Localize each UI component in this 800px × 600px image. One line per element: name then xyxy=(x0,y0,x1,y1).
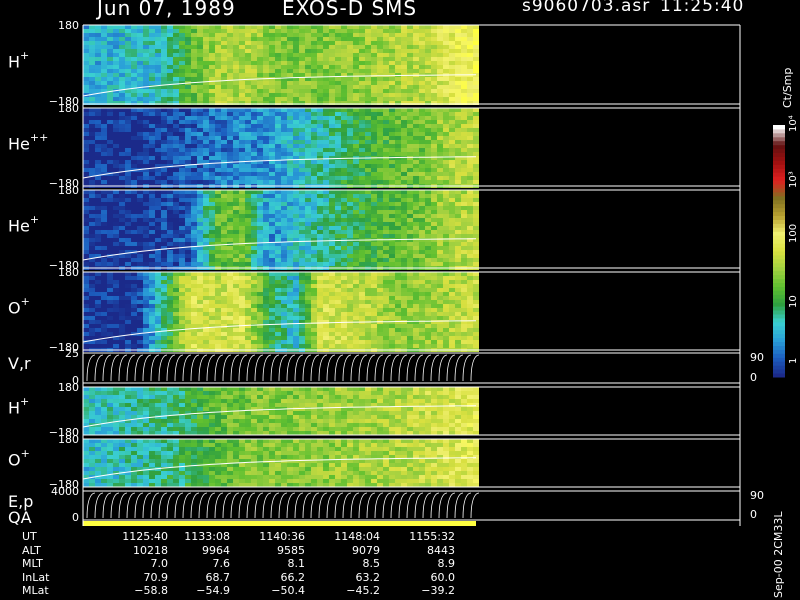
y-tick-top-h1: 180 xyxy=(58,19,79,32)
time-row-value: 68.7 xyxy=(205,570,231,584)
time-row-value: 9079 xyxy=(352,543,380,557)
time-row-value: 66.2 xyxy=(280,570,306,584)
time-row-label: UT xyxy=(22,530,37,543)
spectrogram-he- xyxy=(83,108,479,188)
time-row-value: −58.8 xyxy=(134,584,168,597)
qa-bar xyxy=(83,521,476,526)
time-row-value: 9585 xyxy=(277,543,305,557)
y-tick-top-ep: 4000 xyxy=(51,485,79,498)
time-row-value: −45.2 xyxy=(346,584,380,597)
time-row-value: 7.0 xyxy=(150,557,169,570)
time-row-value: 1125:40 xyxy=(122,530,168,543)
time-row-value: −39.2 xyxy=(421,584,455,597)
time-row-value: 1140:36 xyxy=(259,530,305,543)
y-tick-top-h1b: 180 xyxy=(58,381,79,394)
time-row-value: 8.1 xyxy=(287,557,306,570)
panel-label-o1: O+ xyxy=(8,295,30,318)
panel-label-vr: V,r xyxy=(8,354,31,373)
footer-label: Sep-00 2CM33L xyxy=(772,511,785,599)
panel-label-h1b: H+ xyxy=(8,395,30,418)
spectrogram-plot xyxy=(82,24,785,526)
time-row-value: 1133:08 xyxy=(184,530,230,543)
y-tick-bottom-ep: 0 xyxy=(72,511,79,524)
y-tick-top-he1: 180 xyxy=(58,184,79,197)
time-row-value: 70.9 xyxy=(143,570,169,584)
colorbar-tick: 10⁴ xyxy=(788,115,799,132)
y-tick-top-vr: 25 xyxy=(65,347,79,360)
colorbar-tick: 10 xyxy=(788,295,799,308)
time-row-value: 1155:32 xyxy=(409,530,455,543)
time-row-label: MLT xyxy=(22,557,43,570)
spectrogram-h- xyxy=(83,25,479,105)
panel-label-he1: He+ xyxy=(8,213,40,236)
y-tick-top-he2: 180 xyxy=(58,102,79,115)
time-row-value: 9964 xyxy=(202,543,230,557)
spectrogram-he- xyxy=(83,190,479,270)
time-row-value: 8.5 xyxy=(362,557,381,570)
time-row-value: −54.9 xyxy=(196,584,230,597)
time-row-value: −50.4 xyxy=(271,584,305,597)
colorbar-tick: 1 xyxy=(788,357,799,364)
spectrogram-o- xyxy=(83,272,479,352)
panel-label-h1: H+ xyxy=(8,48,30,71)
time-row-label: ALT xyxy=(22,543,41,557)
time-row-value: 10218 xyxy=(133,543,168,557)
colorbar xyxy=(773,125,785,378)
time-row-value: 1148:04 xyxy=(334,530,380,543)
r-tick-top-ep: 90 xyxy=(750,489,764,502)
panel-label-he2: He++ xyxy=(8,131,49,154)
time-row-label: InLat xyxy=(22,570,50,584)
y-tick-top-o1b: 180 xyxy=(58,433,79,446)
colorbar-tick: 100 xyxy=(788,223,799,243)
colorbar-tick: 10³ xyxy=(788,171,799,188)
time-row-value: 7.6 xyxy=(212,557,231,570)
time-row-value: 60.0 xyxy=(430,570,456,584)
spectrogram-o-lower- xyxy=(83,439,479,487)
r-tick-bottom-ep: 0 xyxy=(750,508,757,521)
y-tick-top-o1: 180 xyxy=(58,266,79,279)
time-row-label: MLat xyxy=(22,584,49,597)
spectrogram-h-lower- xyxy=(83,387,479,435)
r-tick-bottom-vr: 0 xyxy=(750,371,757,384)
time-row-value: 8443 xyxy=(427,543,455,557)
r-tick-top-vr: 90 xyxy=(750,351,764,364)
qa-label: QA xyxy=(8,508,32,527)
time-row-value: 63.2 xyxy=(355,570,381,584)
panel-label-o1b: O+ xyxy=(8,447,30,470)
time-row-value: 8.9 xyxy=(437,557,456,570)
colorbar-unit: Ct/Smp xyxy=(781,67,794,108)
